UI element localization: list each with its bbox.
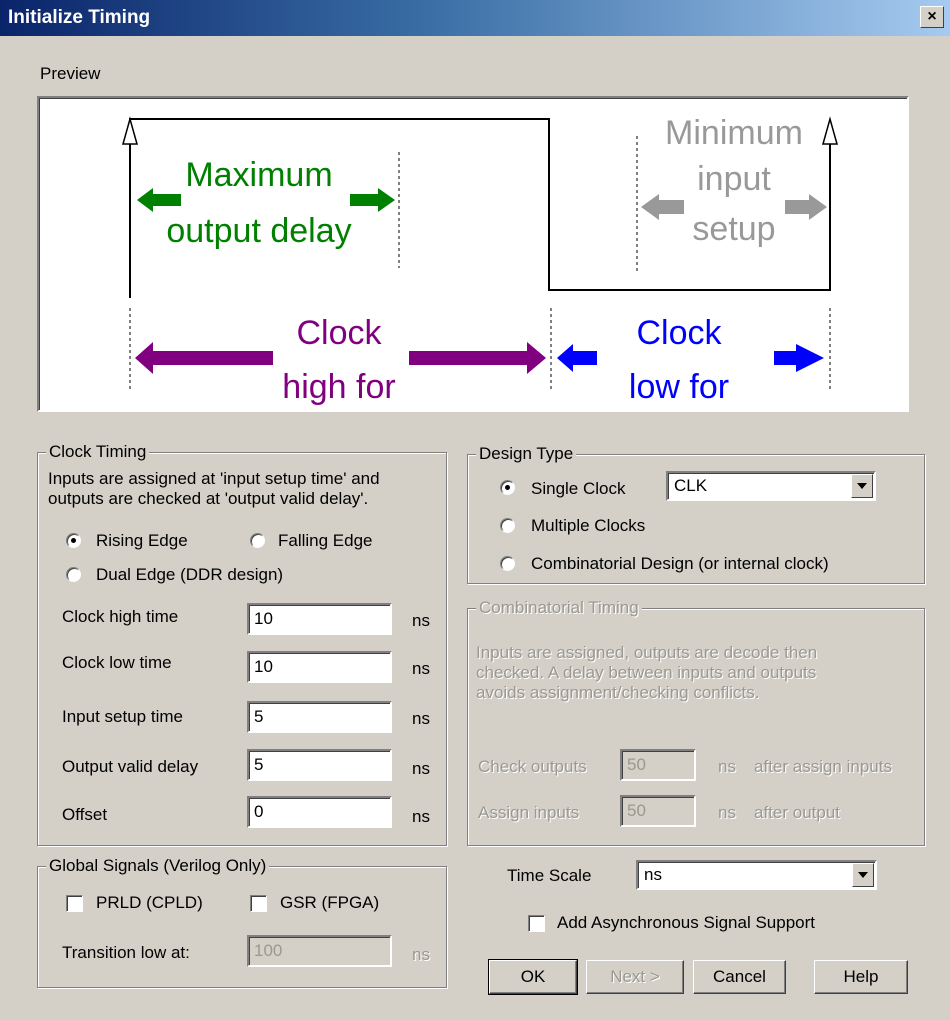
- clock-select[interactable]: CLK: [666, 471, 876, 501]
- max-output-text-1: Maximum: [185, 156, 332, 194]
- input-setup-time-unit: ns: [412, 709, 430, 728]
- gsr-label[interactable]: GSR (FPGA): [280, 893, 379, 913]
- assign-inputs-unit: ns: [718, 803, 736, 822]
- input-setup-time-label: Input setup time: [62, 707, 183, 726]
- combinatorial-desc-3: avoids assignment/checking conflicts.: [476, 683, 760, 702]
- clock-low-time-unit: ns: [412, 659, 430, 678]
- async-support-label[interactable]: Add Asynchronous Signal Support: [557, 913, 815, 933]
- clock-high-time-unit: ns: [412, 611, 430, 630]
- clock-low-text-2: low for: [629, 368, 729, 406]
- clock-high-text-1: Clock: [296, 314, 382, 352]
- assign-inputs-input[interactable]: 50: [620, 795, 696, 827]
- clock-timing-title: Clock Timing: [46, 442, 150, 462]
- check-outputs-label: Check outputs: [478, 757, 587, 776]
- multiple-clocks-label[interactable]: Multiple Clocks: [531, 516, 645, 536]
- rising-edge-arrow-right: [822, 116, 838, 145]
- combinatorial-timing-title: Combinatorial Timing: [476, 598, 642, 618]
- transition-low-unit: ns: [412, 945, 430, 964]
- ok-button[interactable]: OK: [488, 959, 578, 995]
- clock-timing-desc-1: Inputs are assigned at 'input setup time…: [48, 469, 380, 488]
- clock-low-text-1: Clock: [636, 314, 722, 352]
- global-signals-title: Global Signals (Verilog Only): [46, 856, 270, 876]
- time-scale-label: Time Scale: [507, 866, 592, 885]
- check-outputs-input[interactable]: 50: [620, 749, 696, 781]
- offset-input[interactable]: 0: [247, 796, 392, 828]
- dual-edge-label[interactable]: Dual Edge (DDR design): [96, 565, 283, 585]
- gsr-checkbox[interactable]: [250, 895, 267, 912]
- rising-edge-arrow-left: [122, 116, 138, 145]
- async-support-checkbox[interactable]: [528, 915, 545, 932]
- help-button[interactable]: Help: [814, 960, 908, 994]
- output-valid-delay-label: Output valid delay: [62, 757, 199, 776]
- input-setup-time-input[interactable]: 5: [247, 701, 392, 733]
- next-button[interactable]: Next >: [586, 960, 684, 994]
- rising-edge-radio[interactable]: [66, 533, 81, 548]
- offset-label: Offset: [62, 805, 108, 824]
- combinatorial-design-radio[interactable]: [500, 556, 515, 571]
- transition-low-label: Transition low at:: [62, 943, 190, 962]
- min-setup-text-3: setup: [692, 210, 775, 248]
- clock-timing-desc-2: outputs are checked at 'output valid del…: [48, 489, 369, 508]
- assign-inputs-label: Assign inputs: [478, 803, 580, 822]
- offset-unit: ns: [412, 807, 430, 826]
- clock-select-value: CLK: [674, 476, 708, 495]
- clock-high-time-input[interactable]: 10: [247, 603, 392, 635]
- transition-low-input[interactable]: 100: [247, 935, 392, 967]
- clock-timing-group: Clock Timing Inputs are assigned at 'inp…: [37, 442, 447, 846]
- close-button[interactable]: ×: [920, 6, 944, 28]
- timing-preview: Maximum output delay Minimum input setup…: [37, 96, 909, 412]
- single-clock-radio[interactable]: [500, 480, 515, 495]
- output-valid-delay-unit: ns: [412, 759, 430, 778]
- rising-edge-label[interactable]: Rising Edge: [96, 531, 188, 551]
- time-scale-select[interactable]: ns: [636, 860, 877, 890]
- clock-high-time-label: Clock high time: [62, 607, 179, 626]
- clock-high-text-2: high for: [282, 368, 395, 406]
- prld-label[interactable]: PRLD (CPLD): [96, 893, 203, 913]
- global-signals-group: Global Signals (Verilog Only) PRLD (CPLD…: [37, 856, 447, 988]
- check-outputs-unit: ns: [718, 757, 736, 776]
- falling-edge-label[interactable]: Falling Edge: [278, 531, 373, 551]
- clock-low-time-label: Clock low time: [62, 653, 172, 672]
- preview-label: Preview: [40, 64, 101, 83]
- output-valid-delay-input[interactable]: 5: [247, 749, 392, 781]
- cancel-button[interactable]: Cancel: [693, 960, 786, 994]
- combinatorial-design-label[interactable]: Combinatorial Design (or internal clock): [531, 554, 829, 574]
- time-scale-value: ns: [644, 865, 662, 884]
- chevron-down-icon[interactable]: [851, 474, 873, 498]
- chevron-down-icon[interactable]: [852, 863, 874, 887]
- window-title: Initialize Timing: [8, 7, 151, 28]
- single-clock-label[interactable]: Single Clock: [531, 479, 626, 499]
- prld-checkbox[interactable]: [66, 895, 83, 912]
- design-type-title: Design Type: [476, 444, 577, 464]
- dual-edge-radio[interactable]: [66, 567, 81, 582]
- falling-edge-radio[interactable]: [250, 533, 265, 548]
- min-setup-text-2: input: [697, 160, 771, 198]
- assign-inputs-suffix: after output: [754, 803, 841, 822]
- combinatorial-timing-group: Combinatorial Timing Inputs are assigned…: [467, 598, 925, 846]
- combinatorial-desc-1: Inputs are assigned, outputs are decode …: [476, 643, 818, 662]
- clock-low-time-input[interactable]: 10: [247, 651, 392, 683]
- timing-diagram: Maximum output delay Minimum input setup…: [122, 114, 838, 406]
- combinatorial-desc-2: checked. A delay between inputs and outp…: [476, 663, 817, 682]
- title-bar: Initialize Timing ×: [0, 0, 950, 36]
- check-outputs-suffix: after assign inputs: [754, 757, 892, 776]
- min-setup-text-1: Minimum: [665, 114, 803, 152]
- max-output-text-2: output delay: [166, 212, 351, 250]
- design-type-group: Design Type Single Clock CLK Multiple Cl…: [467, 444, 925, 584]
- multiple-clocks-radio[interactable]: [500, 518, 515, 533]
